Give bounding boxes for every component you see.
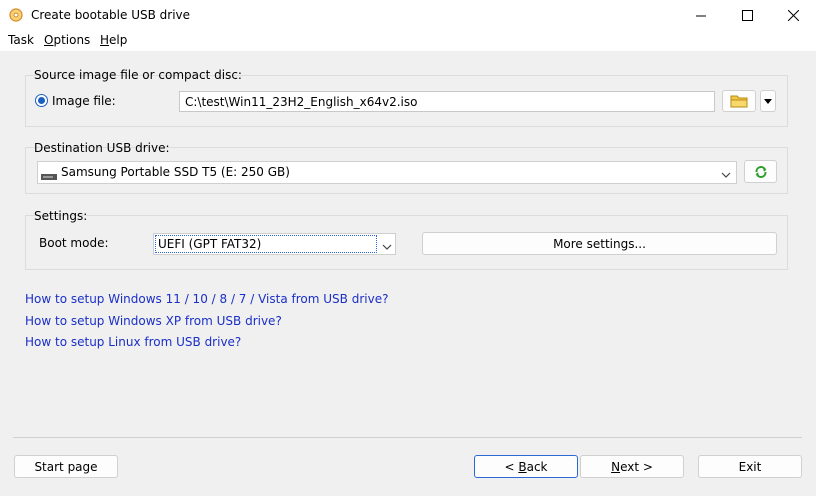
menu-help-label: elp [109, 33, 128, 47]
image-file-radio[interactable] [35, 94, 48, 107]
app-disc-icon [9, 8, 23, 22]
source-group-label: Source image file or compact disc: [34, 68, 242, 82]
next-button-label: ext > [620, 459, 653, 474]
start-page-button[interactable]: Start page [14, 455, 118, 478]
boot-mode-value: UEFI (GPT FAT32) [155, 235, 377, 253]
menu-help-accel: H [100, 33, 110, 47]
boot-mode-label: Boot mode: [39, 236, 109, 250]
settings-group-label: Settings: [34, 209, 88, 223]
window-title: Create bootable USB drive [31, 8, 191, 22]
back-button[interactable]: < Back [474, 455, 578, 478]
chevron-down-icon [721, 168, 731, 178]
link-setup-linux[interactable]: How to setup Linux from USB drive? [25, 335, 241, 349]
image-path-input[interactable]: C:\test\Win11_23H2_English_x64v2.iso [179, 91, 715, 112]
menu-options[interactable]: Options [44, 33, 90, 47]
close-button[interactable] [770, 0, 816, 31]
maximize-icon [741, 10, 753, 21]
footer-divider [13, 437, 802, 438]
link-setup-windows[interactable]: How to setup Windows 11 / 10 / 8 / 7 / V… [25, 292, 388, 306]
menu-options-label: ptions [53, 33, 91, 47]
next-button-accel: N [611, 459, 621, 474]
image-file-label: Image file: [52, 94, 116, 108]
minimize-button[interactable] [678, 0, 724, 31]
dropdown-arrow-icon [764, 98, 772, 104]
destination-group-label: Destination USB drive: [34, 141, 170, 155]
back-button-label: ack [526, 459, 548, 474]
browse-button[interactable] [722, 90, 756, 112]
back-button-prefix: < [504, 459, 519, 474]
refresh-button[interactable] [744, 160, 777, 183]
exit-button[interactable]: Exit [698, 455, 802, 478]
back-button-accel: B [518, 459, 527, 474]
refresh-icon [755, 165, 766, 178]
usb-drive-icon [41, 169, 57, 180]
more-settings-button[interactable]: More settings... [422, 232, 777, 255]
boot-mode-chevron-icon [382, 240, 392, 250]
menu-task[interactable]: Task [8, 33, 34, 47]
link-setup-windows-xp[interactable]: How to setup Windows XP from USB drive? [25, 314, 282, 328]
usb-drive-value: Samsung Portable SSD T5 (E: 250 GB) [61, 165, 290, 179]
minimize-icon [696, 15, 706, 16]
close-icon [787, 10, 799, 21]
menu-task-label: Task [8, 33, 34, 47]
menu-help[interactable]: Help [100, 33, 127, 47]
source-options-dropdown[interactable] [760, 90, 776, 112]
next-button[interactable]: Next > [580, 455, 684, 478]
maximize-button[interactable] [724, 0, 770, 31]
folder-icon [730, 95, 748, 108]
